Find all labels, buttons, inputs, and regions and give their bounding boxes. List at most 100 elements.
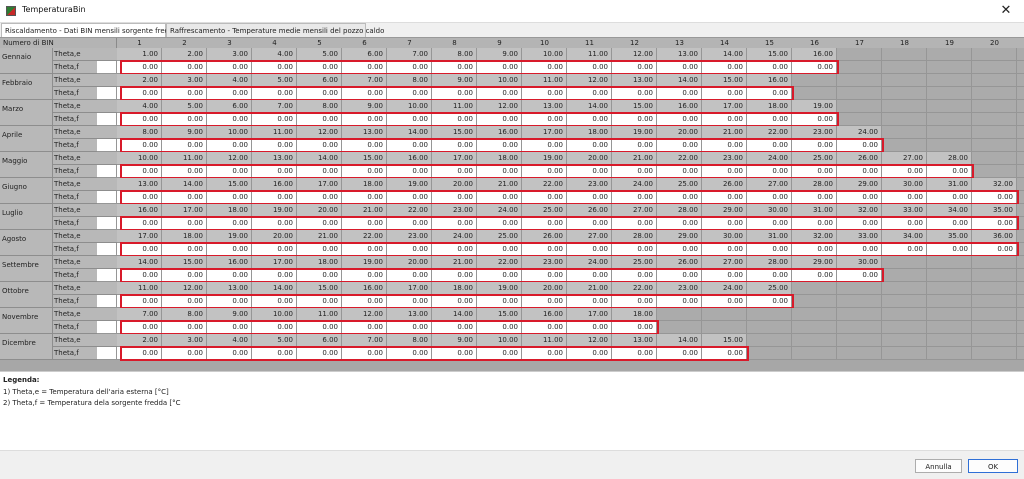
cell-theta-f[interactable]: 0.00 [387, 321, 432, 334]
cell-theta-f[interactable]: 0.00 [567, 165, 612, 178]
cell-theta-e[interactable]: 28.00 [747, 256, 792, 269]
cell-theta-f[interactable]: 0.00 [207, 61, 252, 74]
cell-theta-f[interactable]: 0.00 [612, 269, 657, 282]
cell-theta-e[interactable]: 16.00 [747, 74, 792, 87]
ok-button[interactable]: OK [968, 459, 1018, 473]
cell-theta-e[interactable]: 23.00 [657, 282, 702, 295]
cell-theta-e[interactable]: 24.00 [837, 126, 882, 139]
cell-theta-e[interactable]: 11.00 [117, 282, 162, 295]
cell-theta-f[interactable]: 0.00 [252, 165, 297, 178]
cell-theta-e[interactable]: 14.00 [387, 126, 432, 139]
cell-theta-f[interactable]: 0.00 [387, 113, 432, 126]
cell-theta-e[interactable]: 18.00 [747, 100, 792, 113]
cell-theta-e[interactable]: 20.00 [522, 282, 567, 295]
cell-theta-f[interactable]: 0.00 [162, 269, 207, 282]
cell-theta-e[interactable]: 15.00 [477, 308, 522, 321]
cell-theta-f[interactable]: 0.00 [927, 165, 972, 178]
cell-theta-e[interactable]: 22.00 [477, 256, 522, 269]
cell-theta-e[interactable]: 32.00 [972, 178, 1017, 191]
cell-theta-e[interactable]: 29.00 [702, 204, 747, 217]
cell-theta-f[interactable]: 0.00 [792, 165, 837, 178]
cell-theta-f[interactable]: 0.00 [117, 269, 162, 282]
cell-theta-e[interactable]: 15.00 [207, 178, 252, 191]
cell-theta-f[interactable]: 0.00 [972, 243, 1017, 256]
cell-theta-f[interactable]: 0.00 [387, 295, 432, 308]
cell-theta-f[interactable]: 0.00 [207, 217, 252, 230]
cell-theta-f[interactable]: 0.00 [702, 191, 747, 204]
cell-theta-e[interactable]: 23.00 [792, 126, 837, 139]
cell-theta-e[interactable]: 13.00 [252, 152, 297, 165]
cell-theta-f[interactable]: 0.00 [612, 243, 657, 256]
cell-theta-f[interactable]: 0.00 [657, 243, 702, 256]
cell-theta-f[interactable]: 0.00 [342, 191, 387, 204]
cell-theta-e[interactable]: 28.00 [612, 230, 657, 243]
cell-theta-e[interactable]: 9.00 [432, 74, 477, 87]
cell-theta-e[interactable]: 34.00 [927, 204, 972, 217]
cell-theta-f[interactable]: 0.00 [747, 217, 792, 230]
cell-theta-f[interactable]: 0.00 [972, 217, 1017, 230]
cell-theta-e[interactable]: 6.00 [297, 334, 342, 347]
cell-theta-e[interactable]: 12.00 [162, 282, 207, 295]
cell-theta-e[interactable]: 19.00 [387, 178, 432, 191]
cell-theta-e[interactable]: 18.00 [477, 152, 522, 165]
cell-theta-e[interactable]: 4.00 [207, 334, 252, 347]
cell-theta-f[interactable]: 0.00 [837, 269, 882, 282]
cell-theta-e[interactable]: 5.00 [297, 48, 342, 61]
cell-theta-e[interactable]: 17.00 [117, 230, 162, 243]
cell-theta-e[interactable]: 19.00 [207, 230, 252, 243]
cell-theta-f[interactable]: 0.00 [702, 139, 747, 152]
cell-theta-f[interactable]: 0.00 [567, 61, 612, 74]
cell-theta-e[interactable]: 22.00 [522, 178, 567, 191]
cell-theta-f[interactable]: 0.00 [432, 321, 477, 334]
cell-theta-e[interactable]: 9.00 [342, 100, 387, 113]
cell-theta-f[interactable]: 0.00 [117, 87, 162, 100]
cell-theta-f[interactable]: 0.00 [432, 243, 477, 256]
cell-theta-e[interactable]: 11.00 [522, 334, 567, 347]
cell-theta-e[interactable]: 12.00 [567, 74, 612, 87]
cell-theta-e[interactable]: 13.00 [522, 100, 567, 113]
cell-theta-f[interactable]: 0.00 [837, 243, 882, 256]
cell-theta-e[interactable]: 27.00 [567, 230, 612, 243]
cell-theta-e[interactable]: 3.00 [162, 334, 207, 347]
cell-theta-f[interactable]: 0.00 [567, 139, 612, 152]
cell-theta-f[interactable]: 0.00 [747, 113, 792, 126]
cell-theta-f[interactable]: 0.00 [162, 191, 207, 204]
cell-theta-f[interactable]: 0.00 [207, 87, 252, 100]
cell-theta-f[interactable]: 0.00 [432, 61, 477, 74]
cell-theta-e[interactable]: 18.00 [342, 178, 387, 191]
cell-theta-e[interactable]: 16.00 [252, 178, 297, 191]
cell-theta-e[interactable]: 8.00 [117, 126, 162, 139]
cell-theta-f[interactable]: 0.00 [297, 217, 342, 230]
cell-theta-e[interactable]: 24.00 [702, 282, 747, 295]
cell-theta-e[interactable]: 10.00 [252, 308, 297, 321]
cell-theta-f[interactable]: 0.00 [162, 87, 207, 100]
cell-theta-f[interactable]: 0.00 [567, 269, 612, 282]
cell-theta-f[interactable]: 0.00 [702, 347, 747, 360]
cell-theta-f[interactable]: 0.00 [432, 295, 477, 308]
cell-theta-e[interactable]: 9.00 [432, 334, 477, 347]
cell-theta-f[interactable]: 0.00 [342, 139, 387, 152]
cell-theta-f[interactable]: 0.00 [612, 165, 657, 178]
cell-theta-e[interactable]: 14.00 [432, 308, 477, 321]
cell-theta-f[interactable]: 0.00 [522, 191, 567, 204]
cell-theta-f[interactable]: 0.00 [882, 243, 927, 256]
cell-theta-e[interactable]: 23.00 [387, 230, 432, 243]
cell-theta-e[interactable]: 11.00 [432, 100, 477, 113]
cell-theta-f[interactable]: 0.00 [207, 243, 252, 256]
cell-theta-f[interactable]: 0.00 [477, 191, 522, 204]
cell-theta-f[interactable]: 0.00 [162, 165, 207, 178]
cell-theta-e[interactable]: 14.00 [657, 334, 702, 347]
cell-theta-e[interactable]: 29.00 [837, 178, 882, 191]
cell-theta-f[interactable]: 0.00 [567, 295, 612, 308]
cell-theta-e[interactable]: 13.00 [207, 282, 252, 295]
cell-theta-e[interactable]: 22.00 [612, 282, 657, 295]
cell-theta-f[interactable]: 0.00 [927, 191, 972, 204]
cell-theta-e[interactable]: 15.00 [747, 48, 792, 61]
cell-theta-e[interactable]: 36.00 [972, 230, 1017, 243]
cell-theta-f[interactable]: 0.00 [162, 113, 207, 126]
cell-theta-f[interactable]: 0.00 [297, 191, 342, 204]
cell-theta-e[interactable]: 28.00 [927, 152, 972, 165]
cell-theta-e[interactable]: 21.00 [567, 282, 612, 295]
cell-theta-f[interactable]: 0.00 [567, 191, 612, 204]
cell-theta-e[interactable]: 23.00 [567, 178, 612, 191]
